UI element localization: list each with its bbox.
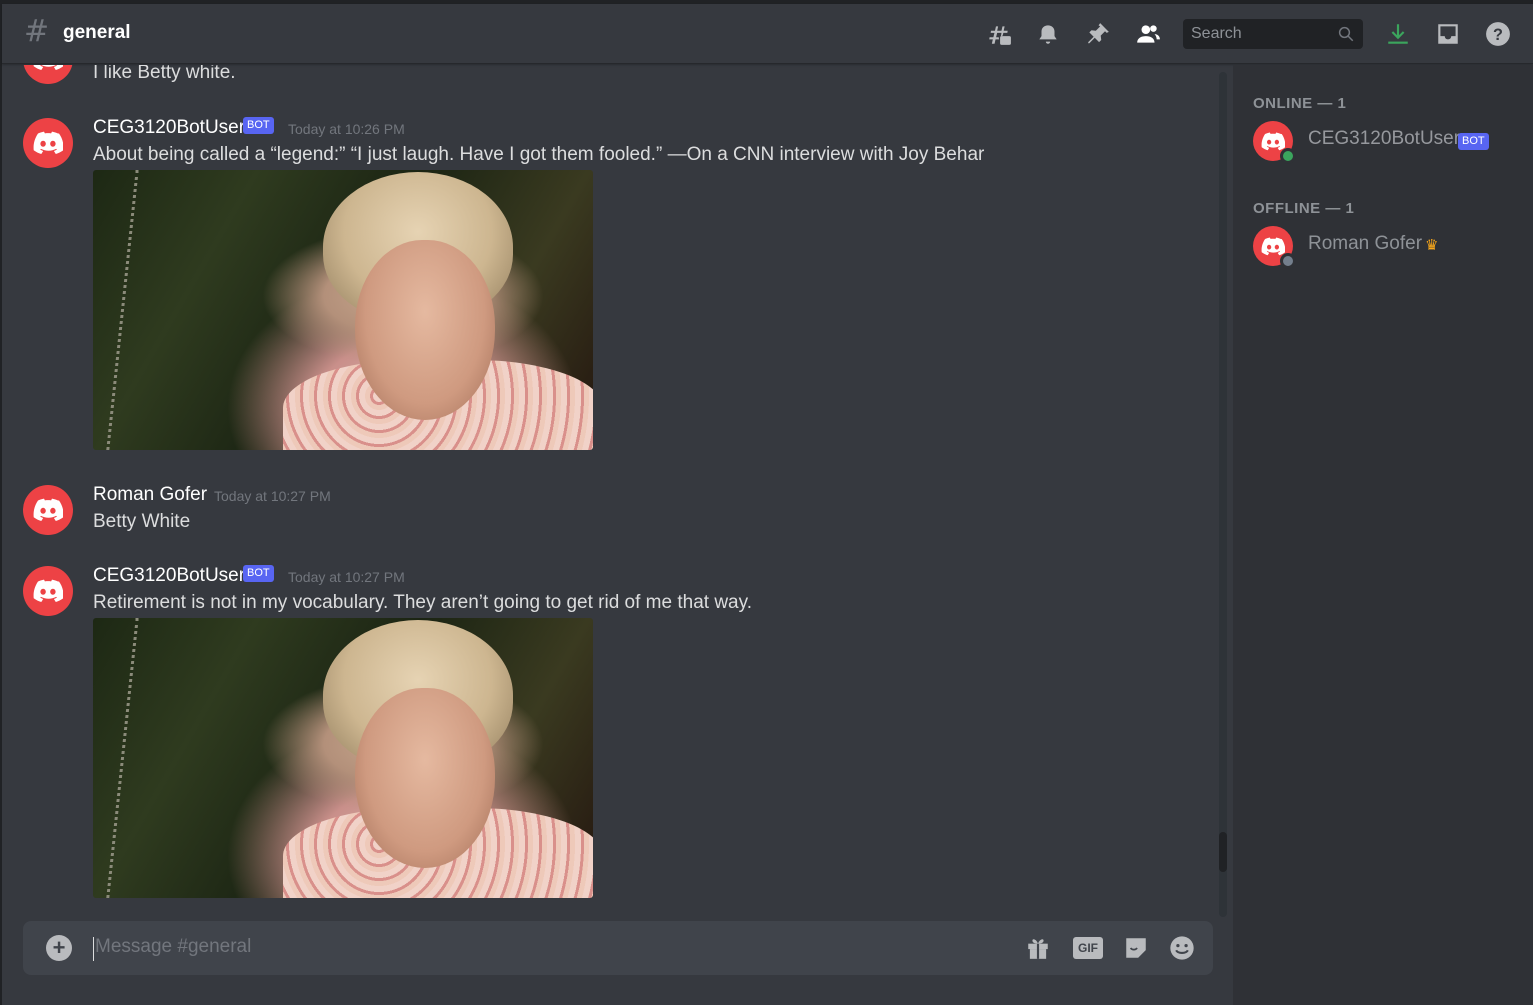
image-chain-detail [106, 618, 150, 898]
discord-logo-icon [33, 579, 63, 602]
message-input[interactable]: Message #general [95, 936, 251, 958]
inbox-icon[interactable] [1433, 19, 1463, 49]
discord-logo-icon [33, 131, 63, 154]
search-placeholder: Search [1191, 25, 1242, 42]
discord-logo-icon [33, 65, 63, 70]
svg-text:?: ? [1493, 26, 1503, 44]
bot-badge: BOT [1458, 133, 1489, 150]
online-members-header: ONLINE — 1 [1253, 95, 1347, 112]
chat-scrollbar-thumb[interactable] [1219, 832, 1227, 872]
image-face-detail [355, 688, 495, 868]
image-face-detail [355, 240, 495, 420]
member-list: ONLINE — 1 CEG3120BotUser BOT OFFLINE — … [1233, 65, 1533, 1005]
download-icon[interactable] [1383, 19, 1413, 49]
search-input[interactable]: Search [1183, 19, 1363, 49]
chat-scrollbar-track[interactable] [1219, 72, 1227, 917]
sticker-icon[interactable] [1122, 934, 1150, 962]
server-owner-crown-icon: ♛ [1425, 237, 1439, 254]
member-item[interactable]: Roman Gofer ♛ [1253, 226, 1523, 270]
channel-hash-icon: # [24, 14, 50, 49]
message-timestamp: Today at 10:27 PM [288, 569, 405, 585]
avatar[interactable] [23, 485, 73, 535]
text-caret [93, 937, 94, 961]
message-author[interactable]: CEG3120BotUser [93, 565, 245, 587]
discord-logo-icon [33, 498, 63, 521]
member-list-icon[interactable] [1133, 19, 1163, 49]
upload-plus-icon[interactable]: + [46, 935, 72, 961]
threads-icon[interactable] [984, 19, 1014, 49]
search-icon [1338, 26, 1354, 42]
member-name: CEG3120BotUser [1308, 128, 1461, 149]
message-image-attachment[interactable] [93, 618, 593, 898]
notification-bell-icon[interactable] [1033, 19, 1063, 49]
bot-badge: BOT [243, 565, 274, 582]
message-text: I like Betty white. [93, 65, 236, 83]
member-name: Roman Gofer [1308, 233, 1423, 254]
message-timestamp: Today at 10:26 PM [288, 121, 405, 137]
avatar[interactable] [23, 566, 73, 616]
message-list[interactable]: I like Betty white. CEG3120BotUser BOT T… [2, 65, 1216, 915]
channel-title: general [63, 22, 131, 43]
message-text: Retirement is not in my vocabulary. They… [93, 592, 752, 613]
discord-window: # general Search ? I like Betty white. C… [2, 4, 1533, 1005]
online-status-indicator [1280, 148, 1296, 164]
message-author[interactable]: Roman Gofer [93, 484, 207, 506]
message-author[interactable]: CEG3120BotUser [93, 117, 245, 139]
pinned-messages-icon[interactable] [1083, 19, 1113, 49]
message-image-attachment[interactable] [93, 170, 593, 450]
discord-logo-icon [1261, 131, 1285, 150]
message-timestamp: Today at 10:27 PM [214, 488, 331, 504]
message-text: About being called a “legend:” “I just l… [93, 144, 985, 165]
message-composer[interactable]: + Message #general GIF [23, 921, 1213, 975]
avatar[interactable] [23, 65, 73, 84]
gif-picker-icon[interactable]: GIF [1072, 934, 1104, 962]
gift-icon[interactable] [1024, 934, 1052, 962]
avatar[interactable] [23, 118, 73, 168]
help-icon[interactable]: ? [1483, 19, 1513, 49]
message-text: Betty White [93, 511, 191, 532]
discord-logo-icon [1261, 236, 1285, 255]
emoji-icon[interactable] [1168, 934, 1196, 962]
member-item[interactable]: CEG3120BotUser BOT [1253, 121, 1523, 165]
channel-header: # general Search ? [2, 4, 1533, 64]
offline-members-header: OFFLINE — 1 [1253, 200, 1355, 217]
bot-badge: BOT [243, 117, 274, 134]
offline-status-indicator [1280, 253, 1296, 269]
image-chain-detail [106, 170, 150, 450]
